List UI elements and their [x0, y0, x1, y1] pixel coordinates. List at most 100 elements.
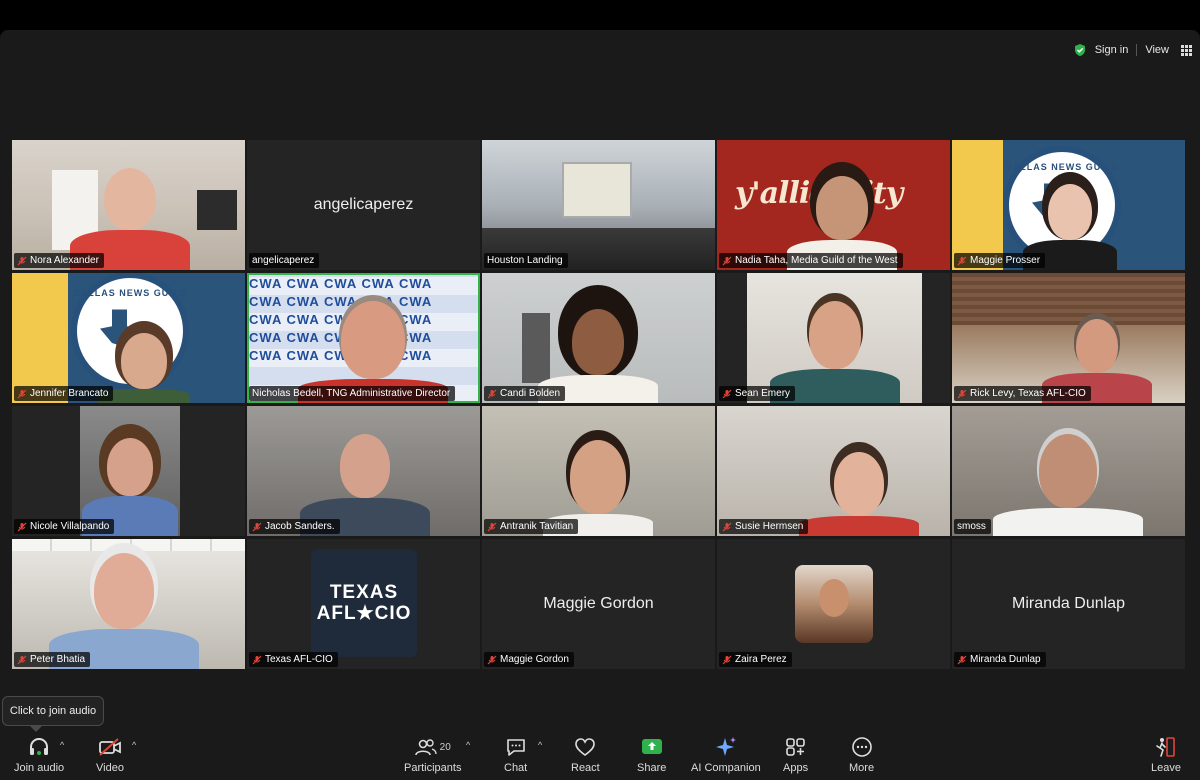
video-tile[interactable]: Antranik Tavitian: [482, 406, 715, 536]
more-icon: [851, 736, 873, 758]
video-tile[interactable]: Zaira Perez: [717, 539, 950, 669]
mic-muted-icon: [722, 655, 732, 664]
video-tile-active-speaker[interactable]: CWA CWA CWA CWA CWA CWA CWA CWA CWA CWA CW…: [247, 273, 480, 403]
video-tile[interactable]: Houston Landing: [482, 140, 715, 270]
video-gallery: Nora Alexander angelicaperez angelicaper…: [12, 140, 1188, 669]
join-audio-tooltip: Click to join audio: [2, 696, 104, 726]
name-label: Jacob Sanders.: [249, 519, 340, 534]
video-tile[interactable]: Peter Bhatia: [12, 539, 245, 669]
name-label: Jennifer Brancato: [14, 386, 114, 401]
name-label: Nicholas Bedell, TNG Administrative Dire…: [249, 386, 456, 401]
top-bar: Sign in View: [1073, 40, 1192, 60]
name-label: Susie Hermsen: [719, 519, 809, 534]
mic-muted-icon: [487, 655, 497, 664]
mic-muted-icon: [957, 389, 967, 398]
video-options-chevron-up-icon[interactable]: ^: [132, 740, 136, 750]
video-tile[interactable]: Maggie Gordon Maggie Gordon: [482, 539, 715, 669]
avatar: [795, 565, 873, 643]
react-button[interactable]: React: [571, 736, 600, 774]
mic-muted-icon: [17, 389, 27, 398]
apps-button[interactable]: Apps: [783, 736, 808, 774]
video-tile[interactable]: Miranda Dunlap Miranda Dunlap: [952, 539, 1185, 669]
mic-muted-icon: [252, 522, 262, 531]
name-label: Rick Levy, Texas AFL-CIO: [954, 386, 1091, 401]
name-label: angelicaperez: [249, 253, 320, 268]
mic-muted-icon: [722, 522, 732, 531]
ai-companion-button[interactable]: AI Companion: [691, 736, 761, 774]
share-button[interactable]: Share: [637, 736, 666, 774]
mic-muted-icon: [722, 256, 732, 265]
name-label: smoss: [954, 519, 991, 534]
participant-display-name: Maggie Gordon: [543, 595, 654, 612]
video-tile[interactable]: TEXAS AFL★CIO Texas AFL-CIO: [247, 539, 480, 669]
participant-display-name: Miranda Dunlap: [1012, 595, 1125, 612]
audio-options-chevron-up-icon[interactable]: ^: [60, 740, 64, 750]
participant-video: [993, 434, 1143, 536]
mic-muted-icon: [17, 655, 27, 664]
name-label: Nadia Taha, Media Guild of the West: [719, 253, 903, 268]
grid-view-icon[interactable]: [1181, 44, 1192, 56]
name-label: Miranda Dunlap: [954, 652, 1046, 667]
name-label: Maggie Prosser: [954, 253, 1046, 268]
video-tile[interactable]: Jacob Sanders.: [247, 406, 480, 536]
name-label: Nicole Villalpando: [14, 519, 115, 534]
video-tile[interactable]: y'allidarity Nadia Taha, Media Guild of …: [717, 140, 950, 270]
video-tile[interactable]: Rick Levy, Texas AFL-CIO: [952, 273, 1185, 403]
mic-muted-icon: [17, 522, 27, 531]
more-button[interactable]: More: [849, 736, 874, 774]
participant-display-name: angelicaperez: [313, 196, 414, 213]
video-tile[interactable]: Susie Hermsen: [717, 406, 950, 536]
video-tile[interactable]: DALLAS NEWS GUILD Maggie Prosser: [952, 140, 1185, 270]
leave-button[interactable]: Leave: [1151, 736, 1181, 774]
join-audio-button[interactable]: Join audio: [14, 736, 64, 774]
sign-in-link[interactable]: Sign in: [1095, 44, 1129, 56]
video-off-icon: [98, 736, 122, 758]
leave-icon: [1155, 736, 1177, 758]
participants-icon: [414, 739, 437, 756]
name-label: Sean Emery: [719, 386, 796, 401]
view-button[interactable]: View: [1145, 44, 1169, 56]
chat-icon: [505, 736, 527, 758]
meeting-toolbar: Join audio ^ Video ^ 20 Participants ^ C…: [0, 730, 1200, 780]
participant-video: [799, 452, 919, 536]
name-label: Zaira Perez: [719, 652, 792, 667]
mic-muted-icon: [17, 256, 27, 265]
video-tile[interactable]: Nora Alexander: [12, 140, 245, 270]
mic-muted-icon: [957, 256, 967, 265]
name-label: Texas AFL-CIO: [249, 652, 338, 667]
name-label: Candi Bolden: [484, 386, 566, 401]
video-tile[interactable]: Candi Bolden: [482, 273, 715, 403]
participants-count: 20: [439, 741, 451, 753]
participants-options-chevron-up-icon[interactable]: ^: [466, 740, 470, 750]
video-tile[interactable]: smoss: [952, 406, 1185, 536]
sparkle-icon: [715, 736, 737, 758]
name-label: Antranik Tavitian: [484, 519, 579, 534]
video-tile[interactable]: DALLAS NEWS GUILD Jennifer Brancato: [12, 273, 245, 403]
video-tile[interactable]: Sean Emery: [717, 273, 950, 403]
video-tile[interactable]: angelicaperez angelicaperez: [247, 140, 480, 270]
name-label: Peter Bhatia: [14, 652, 91, 667]
mic-muted-icon: [487, 522, 497, 531]
apps-icon: [785, 736, 807, 758]
name-label: Nora Alexander: [14, 253, 104, 268]
mic-muted-icon: [252, 655, 262, 664]
name-label: Maggie Gordon: [484, 652, 574, 667]
share-screen-icon: [641, 736, 663, 758]
video-button[interactable]: Video: [96, 736, 124, 774]
chat-button[interactable]: Chat: [504, 736, 527, 774]
divider: [1136, 44, 1138, 56]
headphones-icon: [28, 736, 50, 758]
wall-map: [562, 162, 632, 218]
mic-muted-icon: [487, 389, 497, 398]
shield-check-icon: [1074, 44, 1085, 56]
name-label: Houston Landing: [484, 253, 568, 268]
participants-button[interactable]: 20 Participants: [404, 736, 461, 774]
mic-muted-icon: [957, 655, 967, 664]
video-tile[interactable]: Nicole Villalpando: [12, 406, 245, 536]
mic-muted-icon: [722, 389, 732, 398]
heart-icon: [574, 736, 596, 758]
chat-options-chevron-up-icon[interactable]: ^: [538, 740, 542, 750]
zoom-meeting-window: Sign in View Nora Alexander angelicapere…: [0, 30, 1200, 780]
texas-afl-cio-logo: TEXAS AFL★CIO: [311, 549, 417, 657]
wall-tv: [197, 190, 237, 230]
